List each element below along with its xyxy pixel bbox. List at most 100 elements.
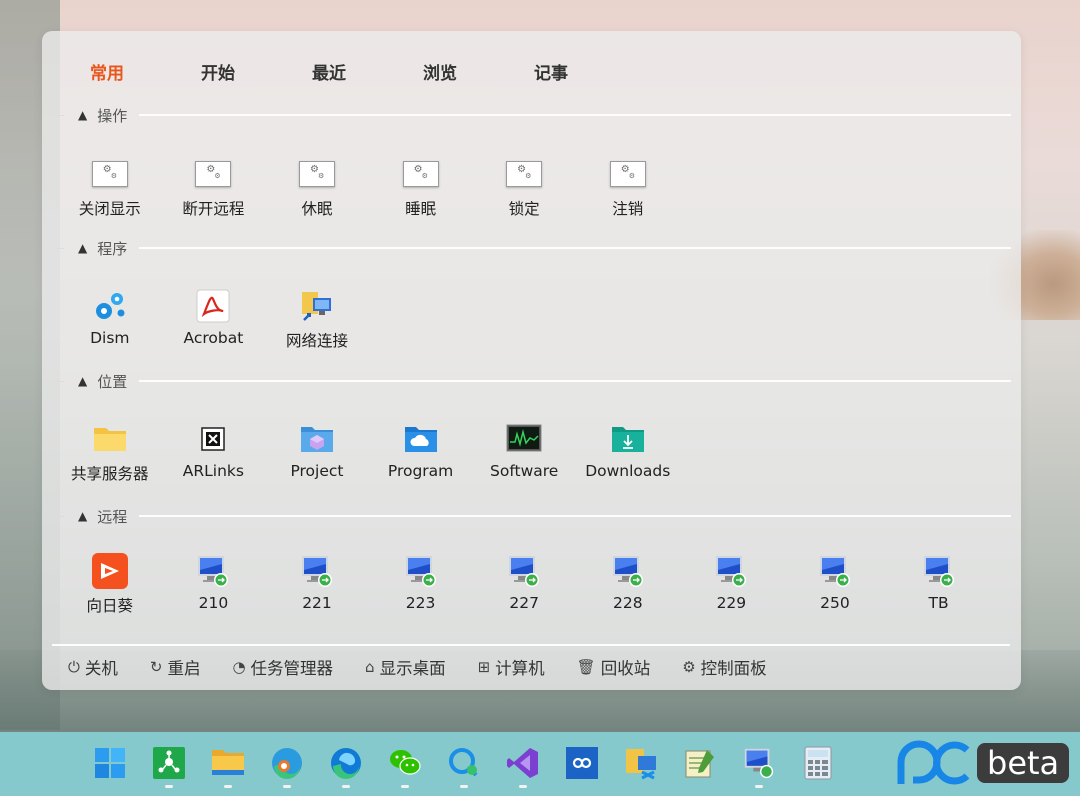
section-header-operations: ▲ 操作	[56, 105, 1011, 125]
shutdown-button[interactable]: ⏻ 关机	[68, 655, 118, 679]
taskbar-network-tool[interactable]	[611, 746, 670, 788]
location-arlinks[interactable]: ARLinks	[162, 421, 266, 484]
recycle-bin-button[interactable]: 🗑 回收站	[577, 655, 651, 679]
locations-row: 共享服务器 ARLinks Project Program Software D…	[58, 421, 680, 484]
program-dism[interactable]: Dism	[58, 288, 162, 351]
running-indicator	[400, 785, 409, 788]
action-lock[interactable]: 锁定	[472, 156, 576, 219]
item-label: TB	[928, 594, 949, 612]
running-indicator	[754, 785, 763, 788]
tab-common[interactable]: 常用	[90, 59, 201, 84]
remote-host-228[interactable]: 228	[576, 553, 680, 616]
collapse-triangle-icon[interactable]: ▲	[78, 374, 87, 388]
gauge-icon: ◔	[232, 658, 246, 676]
taskbar-infinity-app[interactable]	[552, 746, 611, 788]
tab-start[interactable]: 开始	[201, 59, 312, 84]
action-hibernate[interactable]: 休眠	[265, 156, 369, 219]
taskbar-visual-studio[interactable]	[493, 746, 552, 788]
remote-desktop-icon	[612, 556, 643, 587]
item-label: Downloads	[585, 462, 671, 480]
acrobat-icon	[196, 289, 230, 323]
restart-button[interactable]: ↻ 重启	[150, 655, 201, 679]
collapse-triangle-icon[interactable]: ▲	[78, 241, 87, 255]
action-disconnect-remote[interactable]: 断开远程	[162, 156, 266, 219]
recycle-bin-label: 回收站	[600, 659, 651, 678]
section-dash	[56, 247, 64, 249]
taskbar-start[interactable]	[80, 746, 139, 788]
item-label: 221	[302, 594, 332, 612]
computer-label: 计算机	[495, 659, 545, 678]
tab-notes[interactable]: 记事	[534, 59, 645, 84]
remote-host-250[interactable]: 250	[783, 553, 887, 616]
item-label: 共享服务器	[71, 465, 149, 483]
monitor-chart-icon	[506, 424, 542, 452]
remote-host-221[interactable]: 221	[265, 553, 369, 616]
gear-tile-icon	[402, 161, 439, 187]
program-network-connections[interactable]: 网络连接	[265, 288, 369, 351]
tab-recent[interactable]: 最近	[312, 59, 423, 84]
taskbar-quickq[interactable]	[434, 746, 493, 788]
sunlogin-icon	[91, 553, 128, 589]
location-project[interactable]: Project	[265, 421, 369, 484]
section-dash	[56, 380, 64, 382]
section-title: 程序	[97, 239, 128, 258]
quickq-icon	[448, 748, 477, 777]
section-title: 位置	[97, 372, 128, 391]
section-title: 操作	[97, 106, 128, 125]
gear-tile-icon	[506, 161, 543, 187]
action-log-off[interactable]: 注销	[576, 156, 680, 219]
item-label: Program	[387, 462, 454, 480]
action-turn-off-display[interactable]: 关闭显示	[58, 156, 162, 219]
remote-desktop-icon	[716, 556, 747, 587]
item-label: Project	[290, 462, 344, 480]
remote-host-210[interactable]: 210	[162, 553, 266, 616]
item-label: 关闭显示	[78, 200, 141, 218]
remote-host-tb[interactable]: TB	[887, 553, 991, 616]
taskbar-calculator[interactable]	[788, 746, 847, 788]
item-label: 锁定	[508, 200, 540, 218]
program-acrobat[interactable]: Acrobat	[162, 288, 266, 351]
location-shared-server[interactable]: 共享服务器	[58, 421, 162, 484]
taskbar-remote-desktop[interactable]	[729, 746, 788, 788]
show-desktop-button[interactable]: ⌂ 显示桌面	[365, 655, 446, 679]
remote-host-227[interactable]: 227	[472, 553, 576, 616]
collapse-triangle-icon[interactable]: ▲	[78, 509, 87, 523]
gear-icon: ⚙	[682, 658, 696, 676]
location-program[interactable]: Program	[369, 421, 473, 484]
restart-label: 重启	[167, 659, 201, 678]
task-manager-button[interactable]: ◔ 任务管理器	[232, 655, 333, 679]
taskbar-edge-canary[interactable]	[257, 746, 316, 788]
section-dash	[56, 114, 64, 116]
remote-sunlogin[interactable]: 向日葵	[58, 553, 162, 616]
taskbar-wechat[interactable]	[375, 746, 434, 788]
gear-tile-icon	[298, 161, 335, 187]
remote-host-223[interactable]: 223	[369, 553, 473, 616]
gears-icon	[95, 293, 125, 319]
calculator-icon	[804, 746, 831, 780]
taskbar-icons	[80, 746, 847, 788]
computer-button[interactable]: ⊞ 计算机	[478, 655, 545, 679]
location-software[interactable]: Software	[472, 421, 576, 484]
gear-tile-icon	[91, 161, 128, 187]
tab-browse[interactable]: 浏览	[423, 59, 534, 84]
collapse-triangle-icon[interactable]: ▲	[78, 108, 87, 122]
item-label: 228	[612, 594, 643, 612]
action-sleep[interactable]: 睡眠	[369, 156, 473, 219]
taskbar-network-app[interactable]	[139, 746, 198, 788]
item-label: Acrobat	[183, 329, 244, 347]
taskbar-file-explorer[interactable]	[198, 746, 257, 788]
taskbar-edge[interactable]	[316, 746, 375, 788]
running-indicator	[164, 785, 173, 788]
windows-start-icon	[94, 748, 125, 778]
remote-desktop-icon	[744, 748, 773, 779]
control-panel-button[interactable]: ⚙ 控制面板	[682, 655, 766, 679]
remote-host-229[interactable]: 229	[680, 553, 784, 616]
running-indicator	[282, 785, 291, 788]
running-indicator	[341, 785, 350, 788]
gear-tile-icon	[195, 161, 232, 187]
remote-desktop-icon	[198, 556, 229, 587]
home-icon: ⌂	[365, 658, 375, 676]
taskbar-notepad[interactable]	[670, 746, 729, 788]
location-downloads[interactable]: Downloads	[576, 421, 680, 484]
pc-beta-logo: beta	[897, 740, 1070, 786]
